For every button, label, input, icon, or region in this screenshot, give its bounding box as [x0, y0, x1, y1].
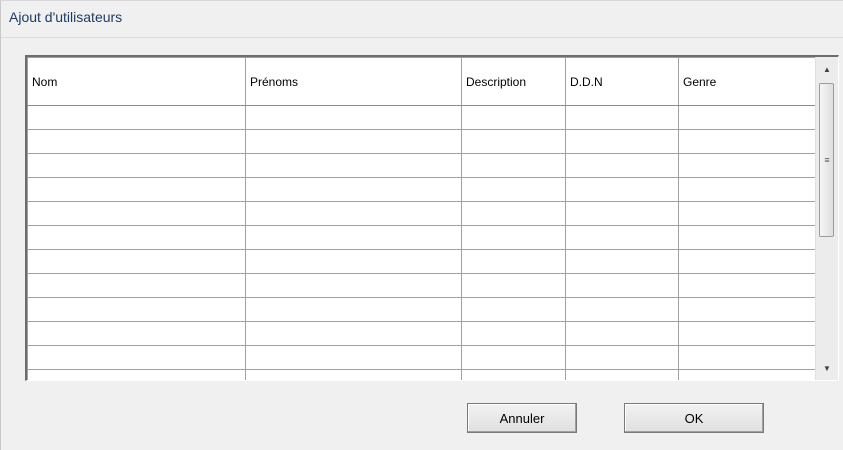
- cell-nom[interactable]: [27, 273, 246, 298]
- column-header-genre[interactable]: Genre: [678, 57, 818, 106]
- cell-genre[interactable]: [678, 225, 818, 250]
- vertical-scrollbar[interactable]: ▲ ≡ ▼: [815, 57, 838, 380]
- cell-genre[interactable]: [678, 153, 818, 178]
- cell-prenoms[interactable]: [245, 153, 462, 178]
- cell-description[interactable]: [461, 105, 566, 130]
- cell-prenoms[interactable]: [245, 321, 462, 346]
- cell-prenoms[interactable]: [245, 129, 462, 154]
- cell-description[interactable]: [461, 153, 566, 178]
- cell-prenoms[interactable]: [245, 297, 462, 322]
- cell-genre[interactable]: [678, 273, 818, 298]
- table-row[interactable]: [27, 177, 818, 202]
- scroll-up-button[interactable]: ▲: [816, 57, 838, 81]
- cell-nom[interactable]: [27, 297, 246, 322]
- cell-nom[interactable]: [27, 369, 246, 380]
- users-table: Nom Prénoms Description D.D.N Genre: [27, 57, 818, 380]
- users-grid[interactable]: Nom Prénoms Description D.D.N Genre ▲ ≡ …: [25, 55, 839, 381]
- cell-ddn[interactable]: [565, 129, 679, 154]
- cell-nom[interactable]: [27, 249, 246, 274]
- scroll-thumb[interactable]: ≡: [819, 83, 834, 237]
- cell-genre[interactable]: [678, 249, 818, 274]
- grip-icon: ≡: [824, 154, 829, 165]
- table-row[interactable]: [27, 345, 818, 370]
- column-header-ddn[interactable]: D.D.N: [565, 57, 679, 106]
- cell-prenoms[interactable]: [245, 345, 462, 370]
- cell-nom[interactable]: [27, 345, 246, 370]
- table-row[interactable]: [27, 129, 818, 154]
- triangle-up-icon: ▲: [823, 64, 831, 74]
- column-header-prenoms[interactable]: Prénoms: [245, 57, 462, 106]
- table-row[interactable]: [27, 297, 818, 322]
- cell-genre[interactable]: [678, 345, 818, 370]
- cell-description[interactable]: [461, 225, 566, 250]
- cell-ddn[interactable]: [565, 249, 679, 274]
- cell-genre[interactable]: [678, 177, 818, 202]
- cell-description[interactable]: [461, 273, 566, 298]
- cell-ddn[interactable]: [565, 321, 679, 346]
- cell-ddn[interactable]: [565, 153, 679, 178]
- cell-genre[interactable]: [678, 321, 818, 346]
- cell-description[interactable]: [461, 177, 566, 202]
- table-row[interactable]: [27, 369, 818, 380]
- cell-genre[interactable]: [678, 297, 818, 322]
- cell-nom[interactable]: [27, 321, 246, 346]
- table-row[interactable]: [27, 321, 818, 346]
- cell-genre[interactable]: [678, 369, 818, 380]
- cell-nom[interactable]: [27, 201, 246, 226]
- cell-genre[interactable]: [678, 105, 818, 130]
- cell-description[interactable]: [461, 129, 566, 154]
- cell-prenoms[interactable]: [245, 369, 462, 380]
- cell-nom[interactable]: [27, 129, 246, 154]
- cell-description[interactable]: [461, 297, 566, 322]
- cell-ddn[interactable]: [565, 369, 679, 380]
- table-row[interactable]: [27, 225, 818, 250]
- dialog-title: Ajout d'utilisateurs: [9, 9, 123, 25]
- title-separator: [1, 37, 843, 38]
- ok-button[interactable]: OK: [624, 403, 764, 433]
- cell-nom[interactable]: [27, 105, 246, 130]
- table-row[interactable]: [27, 201, 818, 226]
- cell-description[interactable]: [461, 201, 566, 226]
- column-header-description[interactable]: Description: [461, 57, 566, 106]
- table-row[interactable]: [27, 273, 818, 298]
- table-row[interactable]: [27, 153, 818, 178]
- cell-genre[interactable]: [678, 201, 818, 226]
- cell-nom[interactable]: [27, 177, 246, 202]
- cell-ddn[interactable]: [565, 225, 679, 250]
- cell-genre[interactable]: [678, 129, 818, 154]
- triangle-down-icon: ▼: [823, 363, 831, 373]
- cell-prenoms[interactable]: [245, 201, 462, 226]
- cell-description[interactable]: [461, 249, 566, 274]
- cell-nom[interactable]: [27, 225, 246, 250]
- add-users-dialog: Ajout d'utilisateurs Nom Prénoms Descrip…: [0, 0, 843, 450]
- cell-ddn[interactable]: [565, 105, 679, 130]
- cell-ddn[interactable]: [565, 201, 679, 226]
- table-row[interactable]: [27, 105, 818, 130]
- cell-ddn[interactable]: [565, 177, 679, 202]
- cell-ddn[interactable]: [565, 297, 679, 322]
- cell-description[interactable]: [461, 321, 566, 346]
- cancel-button[interactable]: Annuler: [467, 403, 577, 433]
- cell-prenoms[interactable]: [245, 177, 462, 202]
- cell-nom[interactable]: [27, 153, 246, 178]
- scroll-down-button[interactable]: ▼: [816, 356, 838, 380]
- cell-description[interactable]: [461, 369, 566, 380]
- cell-description[interactable]: [461, 345, 566, 370]
- cell-prenoms[interactable]: [245, 225, 462, 250]
- cell-prenoms[interactable]: [245, 105, 462, 130]
- column-header-nom[interactable]: Nom: [27, 57, 246, 106]
- table-row[interactable]: [27, 249, 818, 274]
- header-row: Nom Prénoms Description D.D.N Genre: [27, 57, 818, 106]
- cell-ddn[interactable]: [565, 273, 679, 298]
- cell-prenoms[interactable]: [245, 273, 462, 298]
- cell-prenoms[interactable]: [245, 249, 462, 274]
- cell-ddn[interactable]: [565, 345, 679, 370]
